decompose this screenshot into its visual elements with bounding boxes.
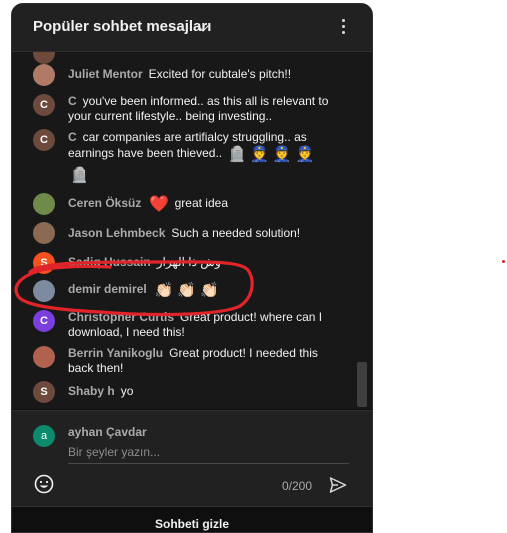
avatar: a <box>33 425 55 447</box>
avatar <box>33 346 55 368</box>
live-chat-panel: Popüler sohbet mesajları Juliet Mentor Ex… <box>11 3 373 533</box>
message-author: Juliet Mentor <box>68 67 143 81</box>
message-text: Such a needed solution! <box>171 226 301 240</box>
chat-mode-selector[interactable]: Popüler sohbet mesajları <box>33 18 211 35</box>
message-text: yo <box>120 384 134 398</box>
message-input[interactable]: Bir şeyler yazın... <box>68 445 349 464</box>
avatar <box>33 280 55 302</box>
headstone-emoji: 🪦 <box>227 146 247 163</box>
chat-composer: a ayhan Çavdar Bir şeyler yazın... 0/200 <box>12 410 372 507</box>
message-author: Shaby h <box>68 384 115 398</box>
message-text: Excited for cubtale's pitch!! <box>148 67 292 81</box>
message-author: demir demirel <box>68 282 147 296</box>
message-author: Jason Lehmbeck <box>68 226 166 240</box>
clapping-hands-emoji: 👏🏻 <box>200 282 219 299</box>
avatar: S <box>33 252 55 274</box>
avatar <box>33 193 55 215</box>
police-officer-emoji: 👮 <box>250 146 269 163</box>
message-author: Sadiq Hussain <box>68 255 151 269</box>
scrollbar-thumb[interactable] <box>357 362 367 407</box>
avatar: C <box>33 310 55 332</box>
char-counter: 0/200 <box>282 479 313 493</box>
avatar <box>33 222 55 244</box>
message-author: Berrin Yanikoglu <box>68 346 164 360</box>
chat-footer: Sohbeti gizle <box>12 506 372 532</box>
message-author: C <box>68 94 77 108</box>
more-vert-icon[interactable] <box>332 15 356 39</box>
message-author: Christopher Curtis <box>68 310 175 324</box>
police-officer-emoji: 👮 <box>272 146 292 163</box>
avatar: S <box>33 381 55 403</box>
headstone-emoji: 🪦 <box>70 167 89 184</box>
annotation-dot <box>502 260 505 263</box>
avatar <box>33 52 55 64</box>
clapping-hands-emoji: 👏🏻 <box>154 282 174 299</box>
avatar: C <box>33 129 55 151</box>
smiley-icon[interactable] <box>33 473 55 495</box>
clapping-hands-emoji: 👏🏻 <box>177 282 197 299</box>
hide-chat-button[interactable]: Sohbeti gizle <box>12 517 372 531</box>
police-officer-emoji: 👮 <box>295 146 315 163</box>
heart-emoji: ❤️ <box>149 196 170 213</box>
message-author: C <box>68 130 77 144</box>
send-icon[interactable] <box>328 475 348 495</box>
chat-message-list[interactable]: Juliet Mentor Excited for cubtale's pitch… <box>12 52 372 409</box>
chat-header: Popüler sohbet mesajları <box>12 4 372 52</box>
message-text: وش ذا الهرار <box>156 255 221 269</box>
message-text: car companies are artifialcy struggling.… <box>68 130 307 160</box>
avatar: C <box>33 94 55 116</box>
composer-user-name: ayhan Çavdar <box>68 425 147 439</box>
avatar <box>33 64 55 86</box>
message-text: you've been informed.. as this all is re… <box>68 94 329 123</box>
message-text: great idea <box>174 196 228 210</box>
message-author: Ceren Öksüz <box>68 196 142 210</box>
